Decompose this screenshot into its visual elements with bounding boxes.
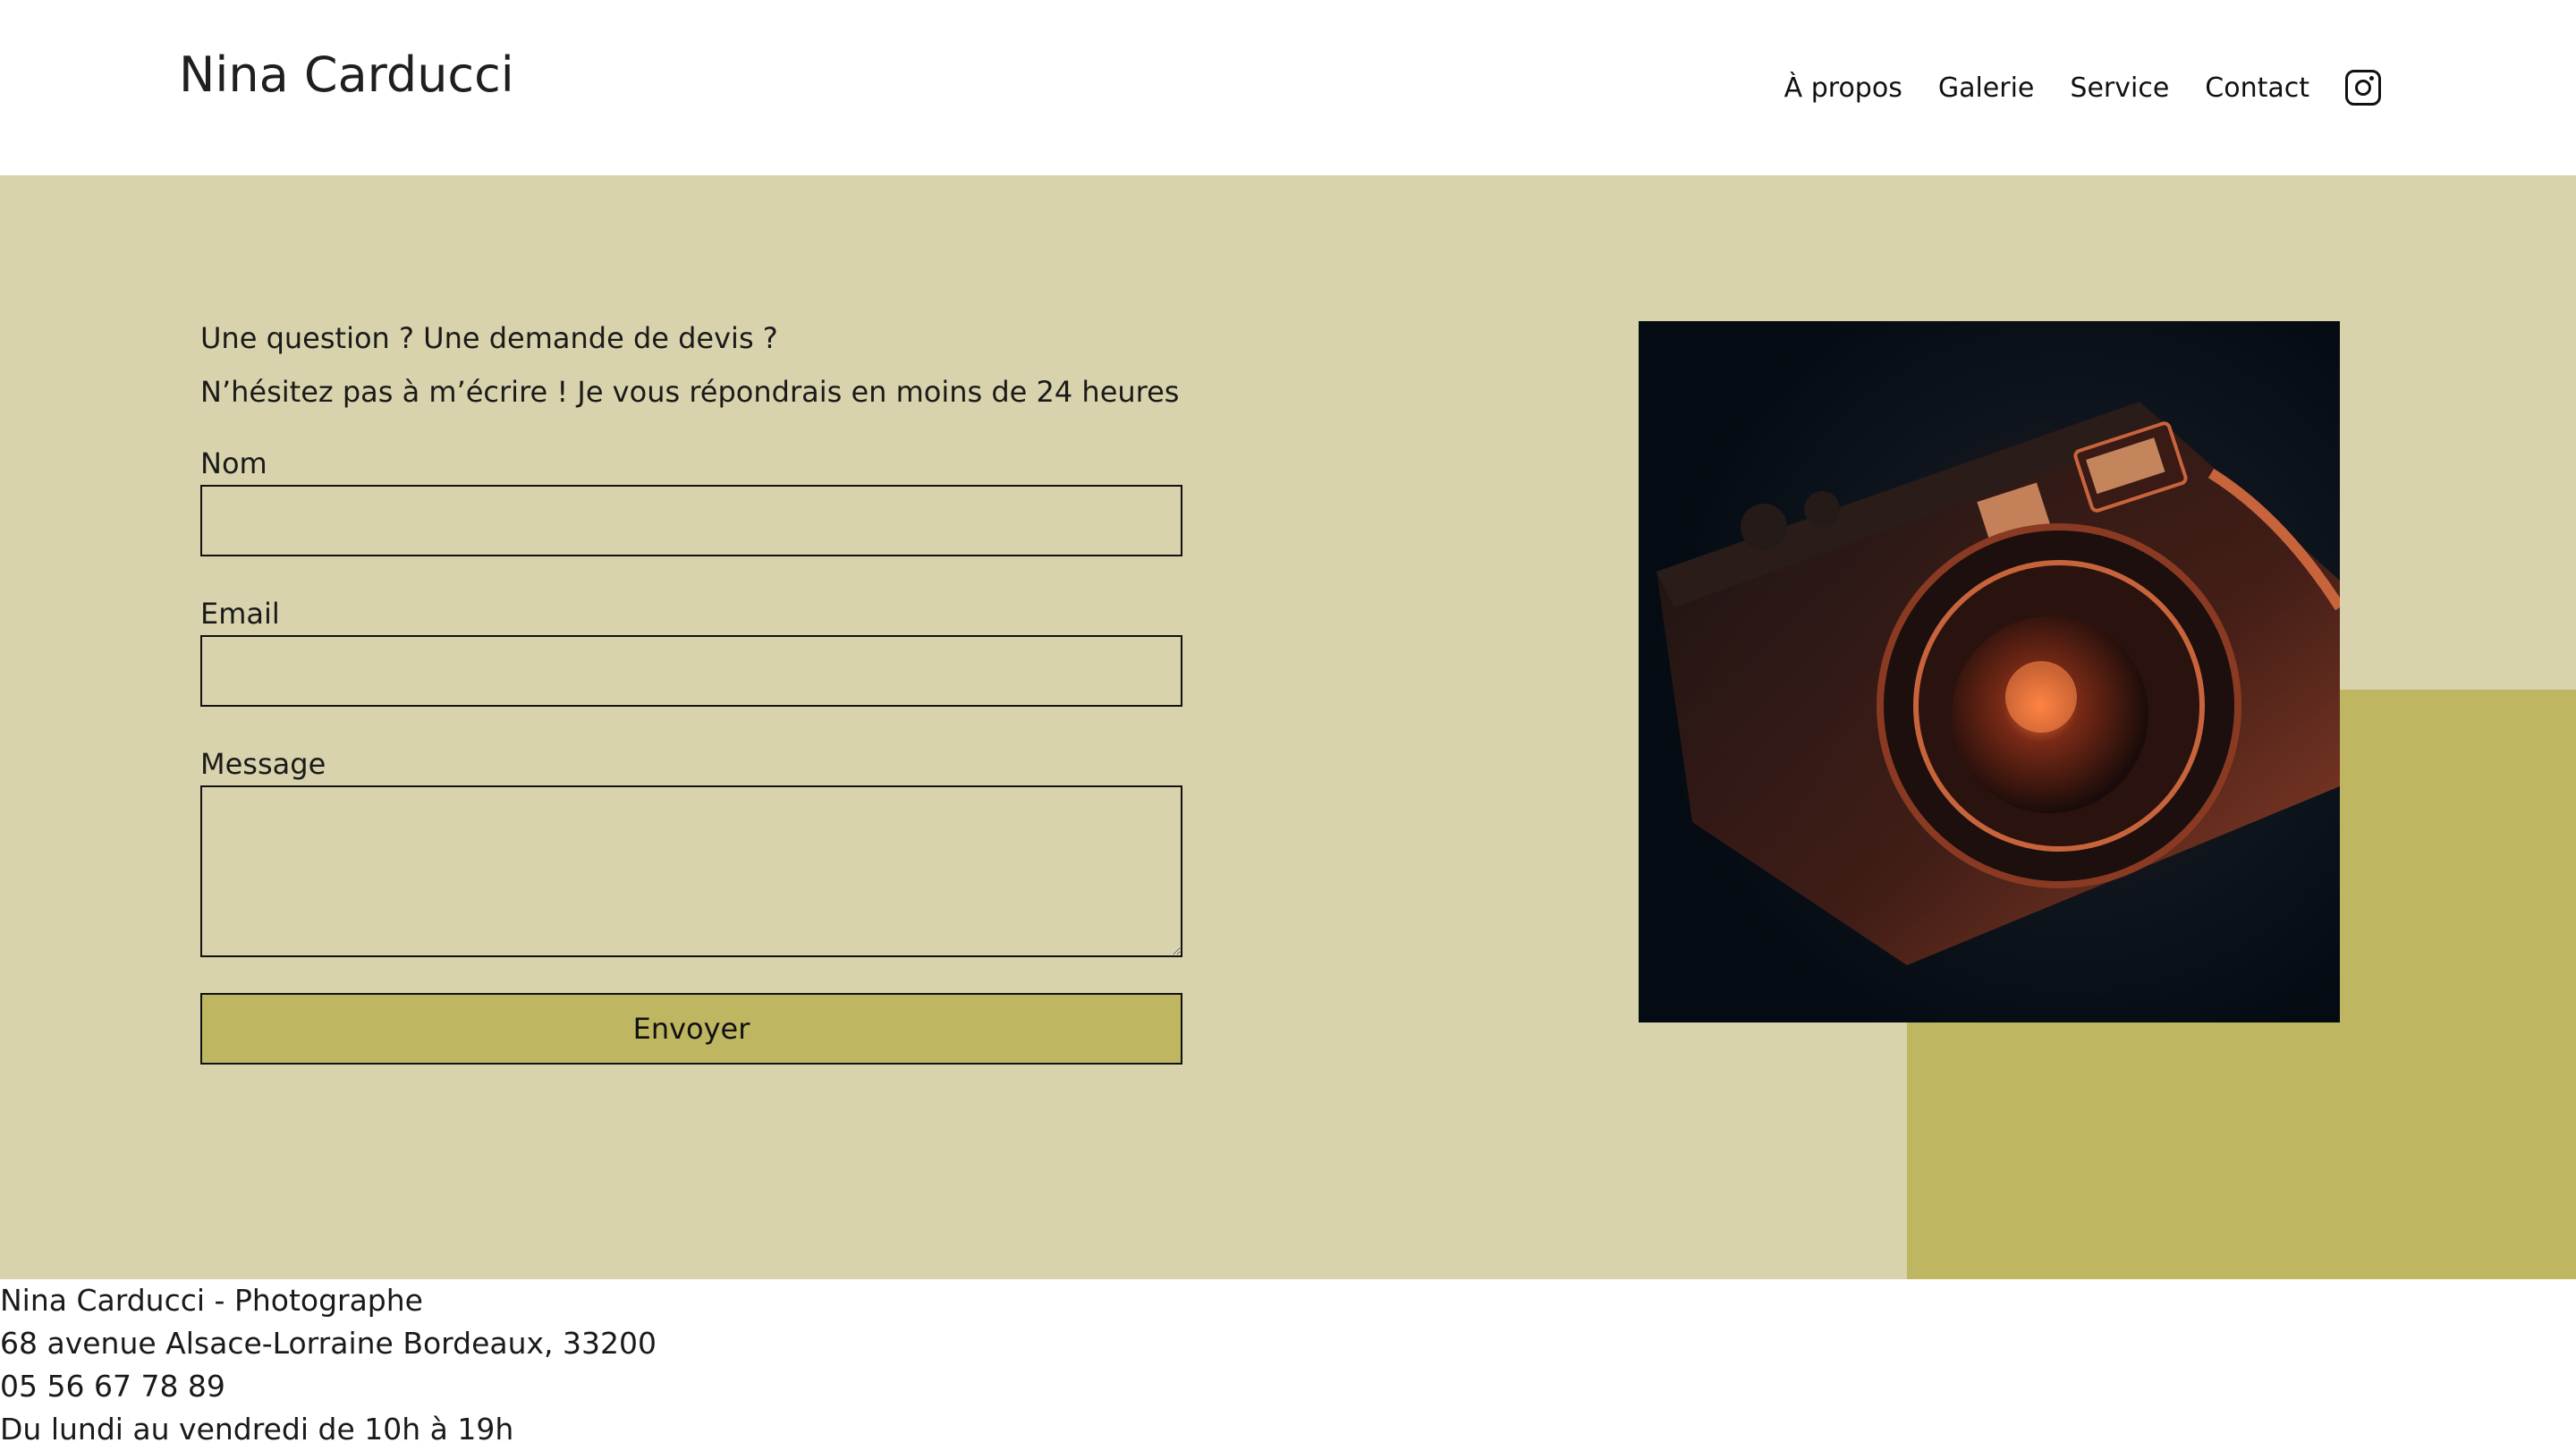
email-input[interactable] <box>200 635 1182 707</box>
nav-item-service[interactable]: Service <box>2070 72 2169 104</box>
main-nav: À propos Galerie Service Contact <box>1784 64 2381 111</box>
instagram-icon[interactable] <box>2345 70 2381 106</box>
footer-address: 68 avenue Alsace-Lorraine Bordeaux, 3320… <box>0 1326 657 1361</box>
name-input[interactable] <box>200 485 1182 556</box>
contact-section: Une question ? Une demande de devis ? N’… <box>0 175 2576 1279</box>
contact-intro-question: Une question ? Une demande de devis ? <box>200 321 778 355</box>
message-label: Message <box>200 747 326 781</box>
site-title[interactable]: Nina Carducci <box>179 47 514 103</box>
camera-photo <box>1639 321 2340 1022</box>
camera-illustration <box>1639 321 2340 1022</box>
footer-business-name: Nina Carducci - Photographe <box>0 1283 423 1318</box>
message-textarea[interactable] <box>200 785 1182 957</box>
nav-item-contact[interactable]: Contact <box>2205 72 2309 104</box>
nav-item-a-propos[interactable]: À propos <box>1784 72 1902 104</box>
send-button[interactable]: Envoyer <box>200 993 1182 1065</box>
nav-item-galerie[interactable]: Galerie <box>1938 72 2035 104</box>
footer-phone: 05 56 67 78 89 <box>0 1369 225 1404</box>
email-label: Email <box>200 597 280 631</box>
site-footer: Nina Carducci - Photographe 68 avenue Al… <box>0 1279 2576 1451</box>
contact-intro-response-time: N’hésitez pas à m’écrire ! Je vous répon… <box>200 375 1180 409</box>
site-header: Nina Carducci À propos Galerie Service C… <box>0 0 2576 175</box>
name-label: Nom <box>200 446 267 480</box>
footer-hours: Du lundi au vendredi de 10h à 19h <box>0 1412 514 1447</box>
